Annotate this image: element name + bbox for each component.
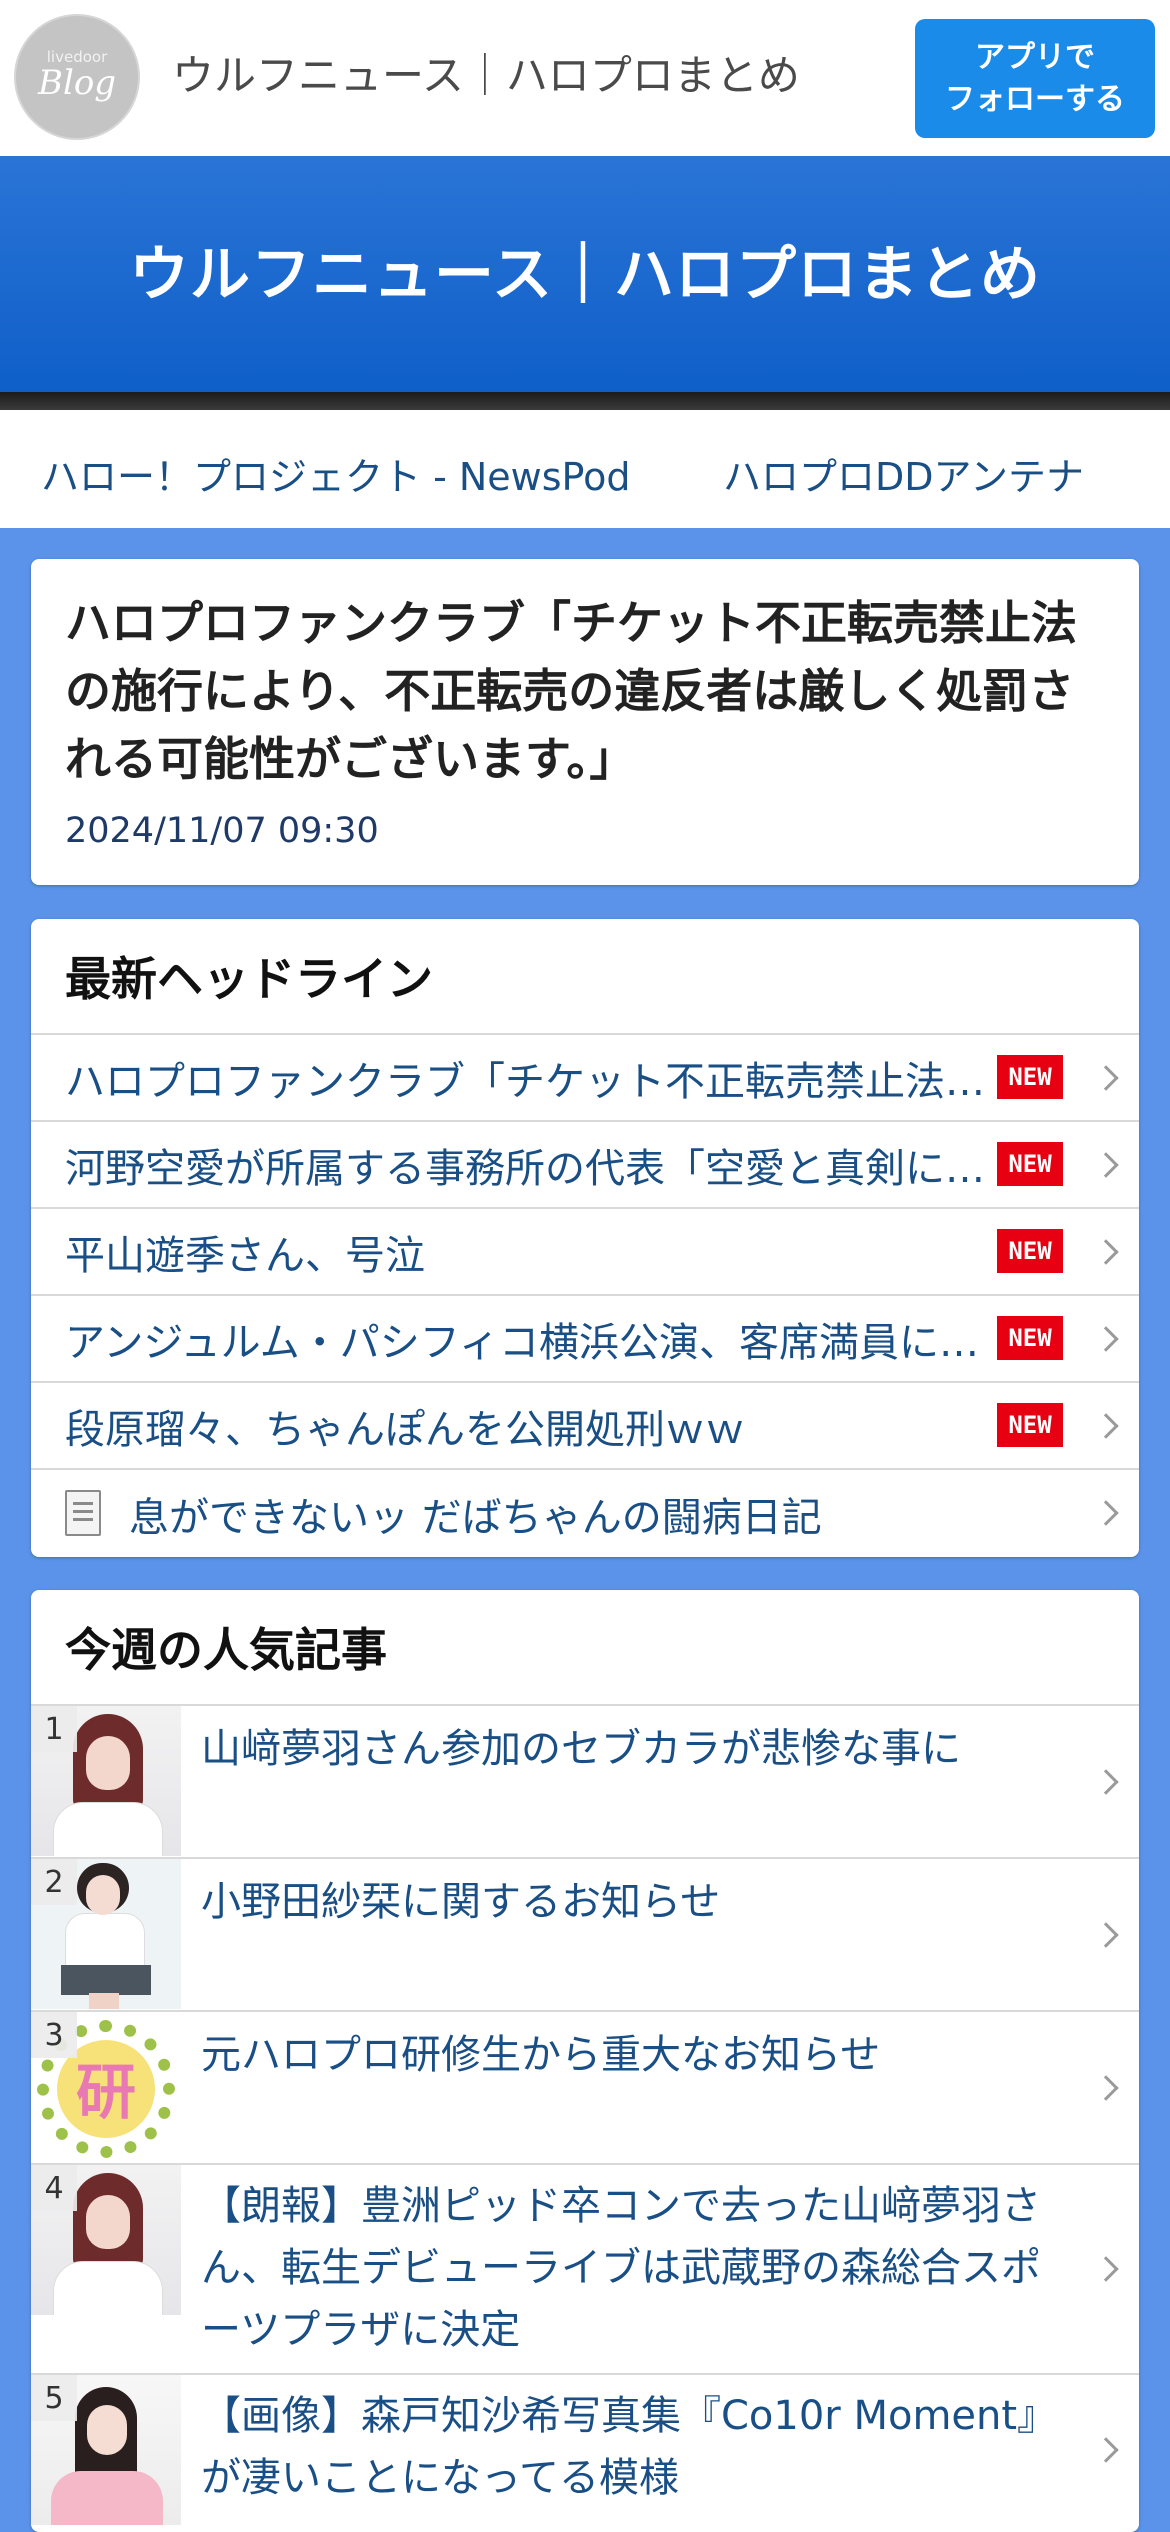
headline-item[interactable]: ハロプロファンクラブ「チケット不正転売禁止法の施行により、不正転売の違反者は厳し… bbox=[31, 1035, 1139, 1122]
popular-title[interactable]: 【朗報】豊洲ピッド卒コンで去った山﨑夢羽さん、転生デビューライブは武蔵野の森総合… bbox=[201, 2175, 1075, 2361]
chevron-right-icon bbox=[1093, 1239, 1119, 1265]
latest-headlines: 最新ヘッドライン ハロプロファンクラブ「チケット不正転売禁止法の施行により、不正… bbox=[31, 919, 1139, 1557]
popular-item[interactable]: 1 山﨑夢羽さん参加のセブカラが悲惨な事に bbox=[31, 1706, 1139, 1859]
headline-text[interactable]: ハロプロファンクラブ「チケット不正転売禁止法の施行により、不正転売の違反者は厳し… bbox=[65, 1049, 1015, 1107]
new-badge: NEW bbox=[997, 1403, 1063, 1447]
article-header-card: ハロプロファンクラブ「チケット不正転売禁止法の施行により、不正転売の違反者は厳し… bbox=[31, 559, 1139, 885]
rank-number: 1 bbox=[31, 1706, 77, 1752]
headlines-heading: 最新ヘッドライン bbox=[31, 919, 1139, 1035]
new-badge: NEW bbox=[997, 1055, 1063, 1099]
antenna-links: ハロー！プロジェクト - NewsPod ハロプロDDアンテナ bbox=[0, 410, 1170, 528]
headline-text[interactable]: 河野空愛が所属する事務所の代表「空愛と真剣に向き合います」 bbox=[65, 1136, 1015, 1194]
popular-heading: 今週の人気記事 bbox=[31, 1590, 1139, 1706]
article-title: ハロプロファンクラブ「チケット不正転売禁止法の施行により、不正転売の違反者は厳し… bbox=[65, 596, 1077, 786]
popular-title[interactable]: 【画像】森戸知沙希写真集『Co10r Moment』が凄いことになってる模様 bbox=[201, 2385, 1075, 2509]
thumbnail-figure bbox=[51, 2471, 163, 2525]
rank-number: 5 bbox=[31, 2375, 77, 2421]
thumbnail-figure bbox=[53, 2261, 163, 2315]
blog-name[interactable]: ウルフニュース｜ハロプロまとめ bbox=[172, 46, 800, 106]
app-bar: livedoor Blog ウルフニュース｜ハロプロまとめ アプリで フォローす… bbox=[0, 0, 1170, 156]
weekly-popular: 今週の人気記事 1 山﨑夢羽さん参加のセブカラが悲惨な事に 2 小野田紗栞に関す… bbox=[31, 1590, 1139, 2532]
blog-header: ウルフニュース｜ハロプロまとめ bbox=[0, 156, 1170, 392]
rank-number: 3 bbox=[31, 2012, 77, 2058]
thumbnail-figure bbox=[87, 2405, 127, 2455]
popular-item[interactable]: 4 【朗報】豊洲ピッド卒コンで去った山﨑夢羽さん、転生デビューライブは武蔵野の森… bbox=[31, 2165, 1139, 2375]
kenshusei-logo: 研 bbox=[76, 2057, 136, 2128]
headline-item[interactable]: 平山遊季さん、号泣 NEW bbox=[31, 1209, 1139, 1296]
popular-title[interactable]: 山﨑夢羽さん参加のセブカラが悲惨な事に bbox=[201, 1718, 1075, 1780]
thumbnail-figure bbox=[89, 1993, 119, 2009]
chevron-right-icon bbox=[1093, 1413, 1119, 1439]
thumbnail-figure bbox=[86, 2195, 130, 2249]
rank-number: 2 bbox=[31, 1859, 77, 1905]
headline-item[interactable]: 息ができないッ だばちゃんの闘病日記 bbox=[31, 1470, 1139, 1557]
thumbnail-figure bbox=[53, 1802, 163, 1856]
thumbnail-figure bbox=[86, 1736, 130, 1790]
popular-item[interactable]: 研 3 元ハロプロ研修生から重大なお知らせ bbox=[31, 2012, 1139, 2165]
logo-text: Blog bbox=[37, 63, 117, 103]
headline-text[interactable]: 平山遊季さん、号泣 bbox=[65, 1223, 1015, 1281]
header-divider bbox=[0, 392, 1170, 410]
new-badge: NEW bbox=[997, 1142, 1063, 1186]
blog-logo[interactable]: livedoor Blog bbox=[14, 14, 140, 140]
thumbnail-figure bbox=[61, 1965, 151, 1995]
headline-item[interactable]: 河野空愛が所属する事務所の代表「空愛と真剣に向き合います」 NEW bbox=[31, 1122, 1139, 1209]
link-newspod[interactable]: ハロー！プロジェクト - NewsPod bbox=[41, 446, 630, 501]
thumbnail-figure bbox=[86, 1875, 120, 1915]
headline-text[interactable]: 息ができないッ だばちゃんの闘病日記 bbox=[129, 1485, 1079, 1543]
chevron-right-icon bbox=[1093, 1921, 1119, 1948]
rank-number: 4 bbox=[31, 2165, 77, 2211]
document-icon bbox=[65, 1490, 101, 1536]
chevron-right-icon bbox=[1093, 1326, 1119, 1352]
headline-item[interactable]: 段原瑠々、ちゃんぽんを公開処刑ｗｗ NEW bbox=[31, 1383, 1139, 1470]
popular-title[interactable]: 元ハロプロ研修生から重大なお知らせ bbox=[201, 2024, 1075, 2086]
blog-header-title[interactable]: ウルフニュース｜ハロプロまとめ bbox=[129, 226, 1041, 313]
thumbnail-figure bbox=[65, 1913, 145, 1969]
headline-text[interactable]: アンジュルム・パシフィコ横浜公演、客席満員にならず bbox=[65, 1310, 1015, 1368]
new-badge: NEW bbox=[997, 1316, 1063, 1360]
follow-in-app-button[interactable]: アプリで フォローする bbox=[915, 19, 1155, 138]
article-date: 2024/11/07 09:30 bbox=[65, 811, 379, 851]
headline-text[interactable]: 段原瑠々、ちゃんぽんを公開処刑ｗｗ bbox=[65, 1397, 1015, 1455]
chevron-right-icon bbox=[1093, 1065, 1119, 1091]
popular-item[interactable]: 2 小野田紗栞に関するお知らせ bbox=[31, 1859, 1139, 2012]
popular-item[interactable]: 5 【画像】森戸知沙希写真集『Co10r Moment』が凄いことになってる模様 bbox=[31, 2375, 1139, 2525]
chevron-right-icon bbox=[1093, 2074, 1119, 2101]
new-badge: NEW bbox=[997, 1229, 1063, 1273]
link-dd-antenna[interactable]: ハロプロDDアンテナ bbox=[723, 446, 1084, 501]
chevron-right-icon bbox=[1093, 2437, 1119, 2463]
chevron-right-icon bbox=[1093, 1500, 1119, 1526]
chevron-right-icon bbox=[1093, 1768, 1119, 1795]
headline-item[interactable]: アンジュルム・パシフィコ横浜公演、客席満員にならず NEW bbox=[31, 1296, 1139, 1383]
popular-title[interactable]: 小野田紗栞に関するお知らせ bbox=[201, 1871, 1075, 1933]
chevron-right-icon bbox=[1093, 2256, 1119, 2282]
chevron-right-icon bbox=[1093, 1152, 1119, 1178]
